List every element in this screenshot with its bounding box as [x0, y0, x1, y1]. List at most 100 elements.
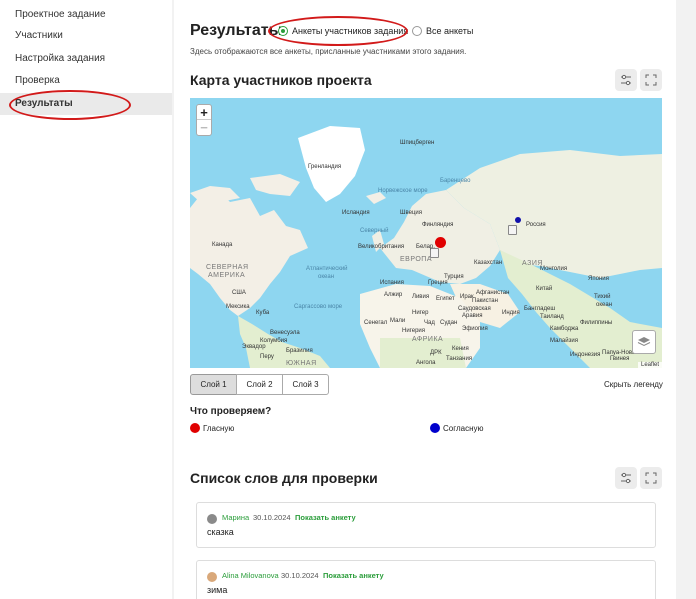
map-label: Камбоджа: [550, 326, 579, 332]
show-form-link[interactable]: Показать анкету: [295, 513, 356, 522]
map-label: СЕВЕРНАЯ: [206, 264, 249, 271]
map-settings-button[interactable]: [615, 69, 637, 91]
map-fullscreen-button[interactable]: [640, 69, 662, 91]
fullscreen-icon: [645, 74, 657, 86]
sliders-icon: [621, 74, 631, 86]
map-label: АМЕРИКА: [208, 272, 246, 279]
map-label: Сенегал: [364, 320, 388, 326]
avatar: [207, 572, 217, 582]
map-label: ДРК: [430, 350, 442, 356]
map-section-title: Карта участников проекта: [190, 72, 372, 88]
map-zoom-control: + −: [196, 104, 212, 136]
map-label: Нигерия: [402, 328, 426, 334]
words-section-title: Список слов для проверки: [190, 470, 378, 486]
list-item: Alina Milovanova 30.10.2024 Показать анк…: [196, 560, 656, 599]
map-label: Афганистан: [476, 290, 510, 296]
submission-date: 30.10.2024: [253, 513, 291, 522]
sidebar-item-results[interactable]: Результаты: [0, 93, 172, 115]
tab-layer-1[interactable]: Слой 1: [190, 374, 237, 395]
map-label: ЮЖНАЯ: [286, 360, 317, 367]
hide-legend-link[interactable]: Скрыть легенду: [604, 380, 663, 389]
map-label: Малайзия: [550, 338, 578, 344]
map-label: Белар.: [416, 244, 435, 250]
map-label: Перу: [260, 354, 274, 360]
layers-icon: [637, 337, 651, 347]
map-label: Египет: [436, 296, 455, 302]
map-label: Нигер: [412, 310, 429, 316]
map-label: Казахстан: [474, 260, 503, 266]
author-name: Alina Milovanova: [222, 571, 279, 580]
sidebar-item-project-task[interactable]: Проектное задание: [0, 4, 172, 26]
word-text: зима: [207, 585, 228, 595]
map-label: Норвежское море: [378, 188, 428, 194]
zoom-in-button[interactable]: +: [197, 105, 211, 120]
map-label: Гвинея: [610, 356, 630, 362]
map-label: Атлантический: [306, 266, 348, 272]
results-description: Здесь отображаются все анкеты, присланны…: [190, 47, 467, 56]
main-panel: Результаты Анкеты участников задания Все…: [174, 0, 676, 599]
list-item: Марина 30.10.2024 Показать анкету сказка: [196, 502, 656, 548]
map-label: Филиппины: [580, 320, 613, 326]
map-label: Великобритания: [358, 244, 405, 250]
map-label: Куба: [256, 310, 270, 316]
map-label: Саргассово море: [294, 304, 343, 310]
map-label: ЕВРОПА: [400, 256, 432, 263]
word-text: сказка: [207, 527, 234, 537]
map-label: Эфиопия: [462, 326, 488, 332]
map-label: Япония: [588, 276, 609, 282]
map-label: Монголия: [540, 266, 568, 272]
map-label: Северный: [360, 228, 389, 234]
sidebar-item-review[interactable]: Проверка: [0, 70, 172, 92]
legend-dot-icon: [430, 423, 440, 433]
map-label: Ангола: [416, 360, 436, 366]
results-title: Результаты: [190, 22, 283, 39]
map-label: Ливия: [412, 294, 430, 300]
show-form-link[interactable]: Показать анкету: [323, 571, 384, 580]
map-label: Канада: [212, 242, 233, 248]
map-label: Индонезия: [570, 352, 601, 358]
map-form-icon[interactable]: [508, 225, 517, 235]
map-label: Пакистан: [472, 298, 498, 304]
map-label: Россия: [526, 222, 546, 228]
tab-layer-2[interactable]: Слой 2: [236, 374, 283, 395]
tab-layer-3[interactable]: Слой 3: [282, 374, 329, 395]
world-map-land: [190, 126, 662, 368]
radio-unchecked-icon[interactable]: [412, 26, 422, 36]
map-layers-button[interactable]: [632, 330, 656, 354]
map-attribution-link[interactable]: Leaflet: [637, 362, 662, 368]
map-label: Китай: [536, 286, 553, 292]
map-label: Мексика: [226, 304, 250, 310]
map-label: океан: [318, 274, 335, 280]
map-label: Мали: [390, 318, 406, 324]
map-label: Чад: [424, 320, 435, 326]
map-label: Швеция: [400, 210, 422, 216]
zoom-out-button[interactable]: −: [197, 120, 211, 135]
author-name: Марина: [222, 513, 250, 522]
map-label: Аравия: [462, 313, 483, 319]
map-label: Эквадор: [242, 344, 266, 350]
map-label: Баренцево: [440, 178, 471, 184]
map-label: Исландия: [342, 210, 370, 216]
map-label: Индия: [502, 310, 520, 316]
radio-checked-icon[interactable]: [278, 26, 288, 36]
fullscreen-icon: [645, 472, 657, 484]
sidebar-item-participants[interactable]: Участники: [0, 25, 172, 47]
words-fullscreen-button[interactable]: [640, 467, 662, 489]
map-label: океан: [596, 302, 613, 308]
participants-map[interactable]: Гренландия Шпицберген Исландия Швеция Фи…: [190, 98, 662, 368]
radio-all-forms[interactable]: Все анкеты: [412, 26, 473, 36]
map-marker-consonant[interactable]: [515, 217, 521, 223]
map-label: Кения: [452, 346, 469, 352]
map-label: Тихий: [594, 294, 611, 300]
map-label: Танзания: [446, 356, 473, 362]
words-settings-button[interactable]: [615, 467, 637, 489]
submission-date: 30.10.2024: [281, 571, 319, 580]
sidebar-item-task-settings[interactable]: Настройка задания: [0, 48, 172, 70]
map-label: Саудовская: [458, 306, 491, 312]
map-label: Гренландия: [308, 164, 342, 170]
layer-tabs: Слой 1 Слой 2 Слой 3: [190, 374, 329, 395]
radio-participants-forms[interactable]: Анкеты участников задания: [278, 26, 408, 36]
map-marker-vowel[interactable]: [435, 237, 446, 248]
legend-label: Гласную: [203, 423, 235, 433]
legend-label: Согласную: [443, 423, 484, 433]
